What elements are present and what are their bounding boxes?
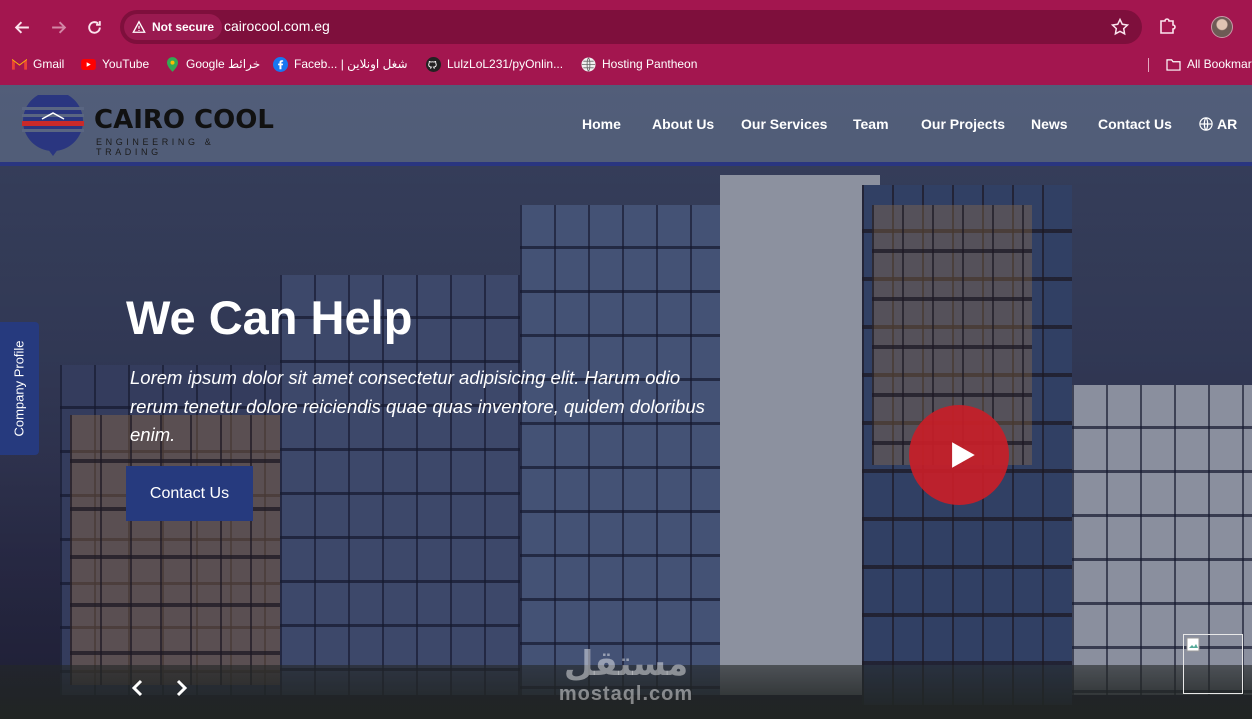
browser-chrome: Not secure cairocool.com.eg Gmail YouTub…: [0, 0, 1252, 85]
profile-avatar[interactable]: [1211, 16, 1233, 38]
mostaql-watermark: مستقل mostaql.com: [549, 645, 703, 707]
contact-us-button[interactable]: Contact Us: [126, 466, 253, 521]
bookmark-gmail[interactable]: Gmail: [12, 55, 64, 73]
folder-icon: [1166, 57, 1181, 72]
chevron-right-icon: [176, 679, 188, 697]
security-label: Not secure: [152, 20, 215, 34]
company-profile-label: Company Profile: [12, 340, 28, 437]
nav-home[interactable]: Home: [582, 116, 621, 132]
arrow-left-icon: [14, 21, 29, 33]
back-button[interactable]: [9, 14, 35, 40]
hero-title: We Can Help: [126, 291, 413, 344]
site-header: CAIRO COOL ENGINEERING & TRADING Home Ab…: [0, 85, 1252, 166]
main-navigation: Home About Us Our Services Team Our Proj…: [0, 116, 1252, 136]
chevron-left-icon: [131, 679, 143, 697]
security-indicator[interactable]: Not secure: [124, 14, 223, 40]
globe-icon: [581, 56, 596, 72]
forward-button[interactable]: [45, 14, 71, 40]
star-icon: [1110, 17, 1130, 36]
bookmarks-bar: Gmail YouTube Google خرائط Faceb... | شغ…: [0, 52, 1252, 76]
bookmark-youtube[interactable]: YouTube: [81, 55, 149, 73]
bookmark-hosting-pantheon[interactable]: Hosting Pantheon: [581, 55, 697, 73]
nav-contact-us[interactable]: Contact Us: [1098, 116, 1172, 132]
language-switch[interactable]: AR: [1199, 116, 1237, 132]
slider-next-button[interactable]: [170, 677, 192, 699]
nav-our-projects[interactable]: Our Projects: [921, 116, 1005, 132]
youtube-icon: [81, 57, 96, 72]
broken-image-icon: [1186, 637, 1200, 652]
puzzle-icon: [1160, 18, 1176, 34]
facebook-icon: [273, 56, 288, 72]
hero-text: Lorem ipsum dolor sit amet consectetur a…: [130, 367, 705, 445]
language-label: AR: [1217, 116, 1238, 132]
gmail-icon: [12, 57, 27, 72]
github-icon: [426, 56, 441, 72]
address-bar[interactable]: Not secure cairocool.com.eg: [120, 10, 1142, 44]
slider-prev-button[interactable]: [127, 677, 149, 699]
company-profile-tab[interactable]: Company Profile: [0, 322, 39, 455]
bookmark-star-button[interactable]: [1110, 17, 1130, 37]
watermark-latin: mostaql.com: [558, 683, 694, 705]
warning-triangle-icon: [132, 20, 146, 33]
bookmark-facebook[interactable]: Faceb... | شغل اونلاين: [273, 55, 408, 73]
logo-tagline: ENGINEERING & TRADING: [96, 137, 215, 157]
url-text[interactable]: cairocool.com.eg: [224, 18, 330, 34]
play-icon: [952, 442, 975, 468]
globe-icon: [1199, 117, 1213, 131]
extensions-button[interactable]: [1157, 15, 1179, 37]
watermark-arabic: مستقل: [563, 644, 689, 684]
bookmark-github[interactable]: LulzLoL231/pyOnlin...: [426, 55, 563, 73]
bookmarks-divider: [1148, 58, 1149, 72]
arrow-right-icon: [51, 21, 66, 33]
browser-toolbar: Not secure cairocool.com.eg: [0, 0, 1252, 52]
nav-about-us[interactable]: About Us: [652, 116, 714, 132]
reload-button[interactable]: [81, 14, 107, 40]
reload-icon: [87, 20, 101, 34]
nav-team[interactable]: Team: [853, 116, 889, 132]
broken-image-placeholder[interactable]: [1183, 634, 1243, 694]
play-video-button[interactable]: [909, 405, 1009, 505]
bookmark-google-maps[interactable]: Google خرائط: [165, 55, 260, 73]
web-page: CAIRO COOL ENGINEERING & TRADING Home Ab…: [0, 85, 1252, 719]
google-maps-icon: [165, 56, 180, 72]
bookmark-all-bookmarks[interactable]: All Bookmar: [1166, 55, 1252, 73]
nav-our-services[interactable]: Our Services: [741, 116, 827, 132]
nav-news[interactable]: News: [1031, 116, 1068, 132]
